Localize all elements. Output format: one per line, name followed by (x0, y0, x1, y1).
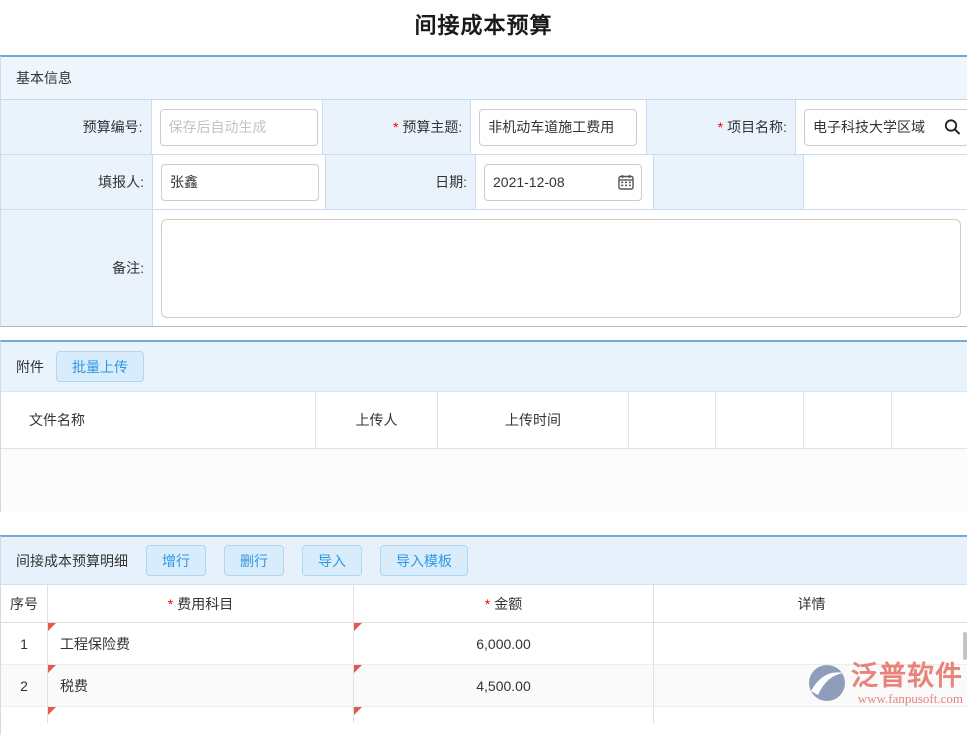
column-header-seq: 序号 (1, 585, 48, 622)
required-asterisk: * (393, 119, 398, 135)
budget-no-input[interactable] (160, 109, 318, 146)
editable-corner-marker (354, 623, 362, 631)
attachments-table-header: 文件名称 上传人 上传时间 (1, 392, 967, 449)
table-row (1, 707, 967, 723)
fanpu-logo-icon (807, 663, 847, 703)
detail-section-title: 间接成本预算明细 (16, 551, 128, 571)
editable-corner-marker (48, 665, 56, 673)
detail-table-header: 序号 * 费用科目 * 金额 详情 (1, 585, 967, 623)
editable-corner-marker (48, 623, 56, 631)
required-asterisk: * (168, 596, 173, 612)
project-label: * 项目名称: (647, 100, 796, 154)
delete-row-button[interactable]: 删行 (224, 545, 284, 576)
attachments-section: 附件 批量上传 文件名称 上传人 上传时间 (0, 340, 967, 512)
project-cell (796, 100, 967, 154)
detail-cell[interactable] (654, 707, 967, 723)
remark-cell (153, 210, 967, 326)
editable-corner-marker (48, 707, 56, 715)
empty-label-cell (654, 155, 804, 209)
vertical-scrollbar-thumb[interactable] (963, 632, 967, 660)
detail-cell[interactable] (654, 623, 967, 664)
remark-label: 备注: (1, 210, 153, 326)
amount-cell[interactable]: 4,500.00 (354, 665, 654, 706)
column-header-detail: 详情 (654, 585, 967, 622)
attachments-titlebar: 附件 批量上传 (1, 342, 967, 392)
row-seq: 1 (1, 623, 48, 664)
basic-info-row-2: 填报人: 日期: (1, 155, 967, 210)
editable-corner-marker (354, 707, 362, 715)
watermark-url: www.fanpusoft.com (858, 691, 963, 707)
amount-cell[interactable] (354, 707, 654, 723)
filler-label: 填报人: (1, 155, 153, 209)
column-header-upload-time: 上传时间 (438, 392, 629, 448)
column-header-empty (716, 392, 804, 448)
row-seq: 2 (1, 665, 48, 706)
filler-cell (153, 155, 326, 209)
amount-cell[interactable]: 6,000.00 (354, 623, 654, 664)
subject-label: * 预算主题: (323, 100, 472, 154)
detail-titlebar: 间接成本预算明细 增行 删行 导入 导入模板 (1, 537, 967, 585)
watermark-text: 泛普软件 www.fanpusoft.com (851, 661, 963, 707)
budget-no-cell (152, 100, 323, 154)
add-row-button[interactable]: 增行 (146, 545, 206, 576)
subject-cell (471, 100, 647, 154)
search-icon[interactable] (944, 119, 961, 136)
column-header-uploader: 上传人 (316, 392, 438, 448)
vendor-watermark: 泛普软件 www.fanpusoft.com (807, 661, 963, 707)
column-header-empty (629, 392, 716, 448)
remark-textarea[interactable] (161, 219, 961, 318)
budget-no-label: 预算编号: (1, 100, 152, 154)
column-header-cost-subject: * 费用科目 (48, 585, 354, 622)
attachments-section-title: 附件 (16, 357, 44, 377)
cost-subject-cell[interactable] (48, 707, 354, 723)
row-seq (1, 707, 48, 723)
subject-input[interactable] (479, 109, 637, 146)
attachments-table-body (1, 449, 967, 512)
basic-info-section: 基本信息 预算编号: * 预算主题: * 项目名称: 填报人: (0, 55, 967, 327)
project-input[interactable] (804, 109, 967, 146)
basic-info-row-1: 预算编号: * 预算主题: * 项目名称: (1, 100, 967, 155)
import-button[interactable]: 导入 (302, 545, 362, 576)
column-header-file-name: 文件名称 (1, 392, 316, 448)
table-row: 1 工程保险费 6,000.00 (1, 623, 967, 665)
date-label: 日期: (326, 155, 476, 209)
required-asterisk: * (718, 119, 723, 135)
page-title: 间接成本预算 (0, 8, 967, 40)
empty-input-cell (804, 155, 967, 209)
watermark-brand: 泛普软件 (851, 661, 963, 691)
date-cell (476, 155, 654, 209)
column-header-empty (892, 392, 967, 448)
filler-input[interactable] (161, 164, 319, 201)
editable-corner-marker (354, 665, 362, 673)
import-template-button[interactable]: 导入模板 (380, 545, 468, 576)
basic-info-row-remark: 备注: (1, 210, 967, 326)
required-asterisk: * (485, 596, 490, 612)
basic-info-section-title: 基本信息 (1, 57, 967, 100)
cost-subject-cell[interactable]: 工程保险费 (48, 623, 354, 664)
column-header-empty (804, 392, 892, 448)
cost-subject-cell[interactable]: 税费 (48, 665, 354, 706)
calendar-icon[interactable] (618, 174, 634, 190)
column-header-amount: * 金额 (354, 585, 654, 622)
batch-upload-button[interactable]: 批量上传 (56, 351, 144, 382)
